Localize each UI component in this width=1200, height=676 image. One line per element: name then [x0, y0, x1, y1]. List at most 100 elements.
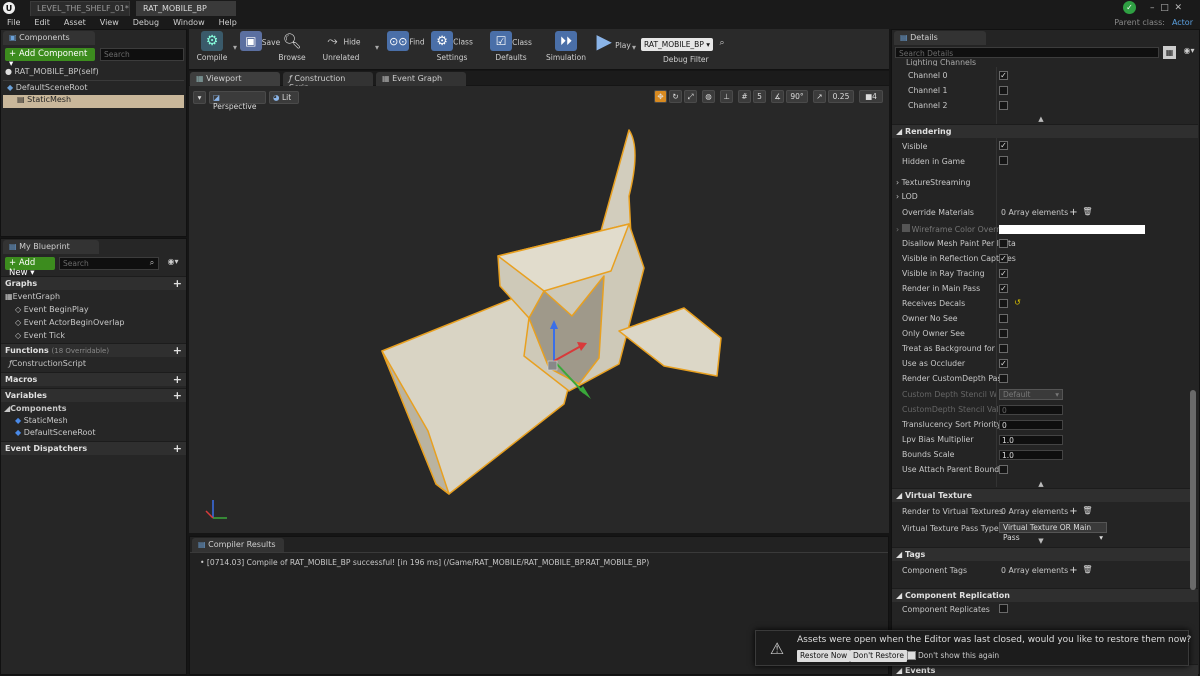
menu-asset[interactable]: Asset: [57, 18, 93, 27]
variable-item-staticmesh[interactable]: ◆ StaticMesh: [15, 416, 68, 429]
tab-viewport[interactable]: ▦ Viewport: [190, 72, 280, 86]
tab-level[interactable]: LEVEL_THE_SHELF_01*: [30, 1, 130, 16]
trash-icon[interactable]: 🗑︎: [1082, 506, 1092, 515]
component-replicates-checkbox[interactable]: [999, 604, 1008, 613]
components-tab[interactable]: ▣ Components: [3, 31, 95, 45]
collapse-advanced-icon[interactable]: ▲: [1036, 480, 1046, 488]
class-defaults-button[interactable]: ☑ Class Defaults: [483, 31, 539, 67]
hidden-in-game-checkbox[interactable]: [999, 156, 1008, 165]
details-search-input[interactable]: Search Details: [895, 47, 1159, 58]
lod-row[interactable]: › LOD: [896, 192, 918, 207]
collapse-advanced-icon[interactable]: ▲: [1036, 115, 1046, 123]
simulation-button[interactable]: ⏵⏵ Simulation: [543, 31, 589, 67]
lpv-bias-input[interactable]: 1.0: [999, 435, 1063, 445]
channel-1-checkbox[interactable]: [999, 86, 1008, 95]
override-toggle-icon[interactable]: [901, 224, 910, 232]
dont-show-checkbox[interactable]: [907, 651, 916, 660]
functions-header[interactable]: Functions (18 Overridable) +: [1, 343, 186, 357]
component-replication-header[interactable]: ◢ Component Replication: [892, 588, 1198, 602]
tab-construction-script[interactable]: ƒ Construction Scrip: [283, 72, 373, 92]
trash-icon[interactable]: 🗑︎: [1082, 207, 1092, 216]
vt-pass-select[interactable]: Virtual Texture OR Main Pass ▾: [999, 522, 1107, 542]
find-button[interactable]: ⊙⊙ Find: [383, 31, 429, 67]
event-dispatchers-header[interactable]: Event Dispatchers +: [1, 441, 186, 455]
attach-parent-checkbox[interactable]: [999, 465, 1008, 474]
compiler-results-tab[interactable]: ▤ Compiler Results: [192, 538, 284, 552]
blueprint-search-icon[interactable]: ⌕: [147, 258, 157, 268]
property-matrix-icon[interactable]: ▦: [1163, 46, 1176, 59]
add-dispatcher-icon[interactable]: +: [173, 443, 182, 454]
add-component-button[interactable]: + Add Component ▾: [5, 48, 95, 69]
blueprint-search-input[interactable]: Search: [59, 257, 159, 270]
menu-file[interactable]: File: [0, 18, 27, 27]
add-element-icon[interactable]: +: [1069, 565, 1078, 576]
render-main-pass-checkbox[interactable]: ✓: [999, 284, 1008, 293]
treat-background-checkbox[interactable]: [999, 344, 1008, 353]
channel-2-checkbox[interactable]: [999, 101, 1008, 110]
stencil-write-select[interactable]: Default ▾: [999, 389, 1063, 400]
hide-unrelated-dropdown-icon[interactable]: ▾: [373, 43, 381, 52]
dont-restore-button[interactable]: Don't Restore: [850, 650, 907, 662]
play-dropdown-icon[interactable]: ▾: [630, 43, 638, 52]
rendering-header[interactable]: ◢ Rendering: [892, 124, 1198, 138]
visible-checkbox[interactable]: ✓: [999, 141, 1008, 150]
event-item-tick[interactable]: ◇ Event Tick: [15, 331, 65, 344]
add-element-icon[interactable]: +: [1069, 207, 1078, 218]
virtual-texture-header[interactable]: ◢ Virtual Texture: [892, 488, 1192, 502]
viewport[interactable]: ▾ ◪ Perspective ◕ Lit ✥ ↻ ⤢ ◍ ⊥ # 5 ∡ 90…: [189, 86, 889, 533]
only-owner-see-checkbox[interactable]: [999, 329, 1008, 338]
restore-now-button[interactable]: Restore Now: [797, 650, 851, 662]
trash-icon[interactable]: 🗑︎: [1082, 565, 1092, 574]
menu-view[interactable]: View: [93, 18, 126, 27]
graphs-header[interactable]: Graphs +: [1, 276, 186, 290]
visible-ray-tracing-checkbox[interactable]: ✓: [999, 269, 1008, 278]
play-button[interactable]: ▶ Play: [589, 29, 635, 67]
tags-header[interactable]: ◢ Tags: [892, 547, 1192, 561]
my-blueprint-tab[interactable]: ▤ My Blueprint: [3, 240, 99, 254]
window-controls[interactable]: – □ ✕: [1150, 3, 1182, 13]
texture-streaming-row[interactable]: › TextureStreaming: [896, 178, 970, 193]
source-control-icon[interactable]: ✓: [1123, 1, 1136, 14]
class-settings-button[interactable]: ⚙ Class Settings: [425, 31, 479, 67]
macros-header[interactable]: Macros +: [1, 372, 186, 386]
debug-search-icon[interactable]: ⌕: [717, 38, 727, 48]
add-graph-icon[interactable]: +: [173, 278, 182, 289]
view-options-icon[interactable]: ◉▾: [163, 257, 183, 266]
parent-class-link[interactable]: Actor: [1172, 18, 1200, 27]
render-custom-depth-checkbox[interactable]: [999, 374, 1008, 383]
components-search-input[interactable]: Search: [100, 48, 184, 61]
add-macro-icon[interactable]: +: [173, 374, 182, 385]
channel-0-checkbox[interactable]: ✓: [999, 71, 1008, 80]
wireframe-color-swatch[interactable]: [999, 225, 1145, 234]
add-element-icon[interactable]: +: [1069, 506, 1078, 517]
expand-advanced-icon[interactable]: ▼: [1036, 537, 1046, 545]
tab-blueprint[interactable]: RAT_MOBILE_BP: [136, 1, 236, 16]
event-item-beginoverlap[interactable]: ◇ Event ActorBeginOverlap: [15, 318, 124, 331]
graph-item-eventgraph[interactable]: ▦EventGraph: [5, 292, 60, 305]
variables-components-group[interactable]: ◢Components: [4, 404, 66, 417]
receives-decals-checkbox[interactable]: [999, 299, 1008, 308]
menu-window[interactable]: Window: [166, 18, 212, 27]
visible-reflection-checkbox[interactable]: ✓: [999, 254, 1008, 263]
details-scrollbar-thumb[interactable]: [1190, 390, 1196, 590]
owner-no-see-checkbox[interactable]: [999, 314, 1008, 323]
add-variable-icon[interactable]: +: [173, 390, 182, 401]
component-item-defaultsceneroot[interactable]: ◆ DefaultSceneRoot: [7, 83, 87, 96]
compile-button[interactable]: ⚙ Compile: [189, 31, 235, 67]
translucency-input[interactable]: 0: [999, 420, 1063, 430]
mesh-preview[interactable]: [189, 86, 889, 533]
add-new-button[interactable]: + Add New ▾: [5, 257, 55, 278]
function-item-constructionscript[interactable]: ƒConstructionScript: [9, 359, 86, 372]
self-item[interactable]: ● RAT_MOBILE_BP(self): [5, 67, 99, 80]
reset-to-default-icon[interactable]: ↺: [1013, 298, 1022, 307]
hide-unrelated-button[interactable]: ⤳ Hide Unrelated: [313, 31, 369, 67]
menu-debug[interactable]: Debug: [126, 18, 166, 27]
menu-help[interactable]: Help: [212, 18, 244, 27]
details-tab[interactable]: ▤ Details: [894, 31, 986, 45]
use-as-occluder-checkbox[interactable]: ✓: [999, 359, 1008, 368]
browse-button[interactable]: 🔍︎ Browse: [269, 31, 315, 67]
component-item-staticmesh[interactable]: ▤ StaticMesh: [3, 95, 184, 108]
debug-object-select[interactable]: RAT_MOBILE_BP ▾: [641, 38, 713, 51]
details-view-options-icon[interactable]: ◉▾: [1180, 46, 1198, 55]
variable-item-defaultsceneroot[interactable]: ◆ DefaultSceneRoot: [15, 428, 95, 441]
